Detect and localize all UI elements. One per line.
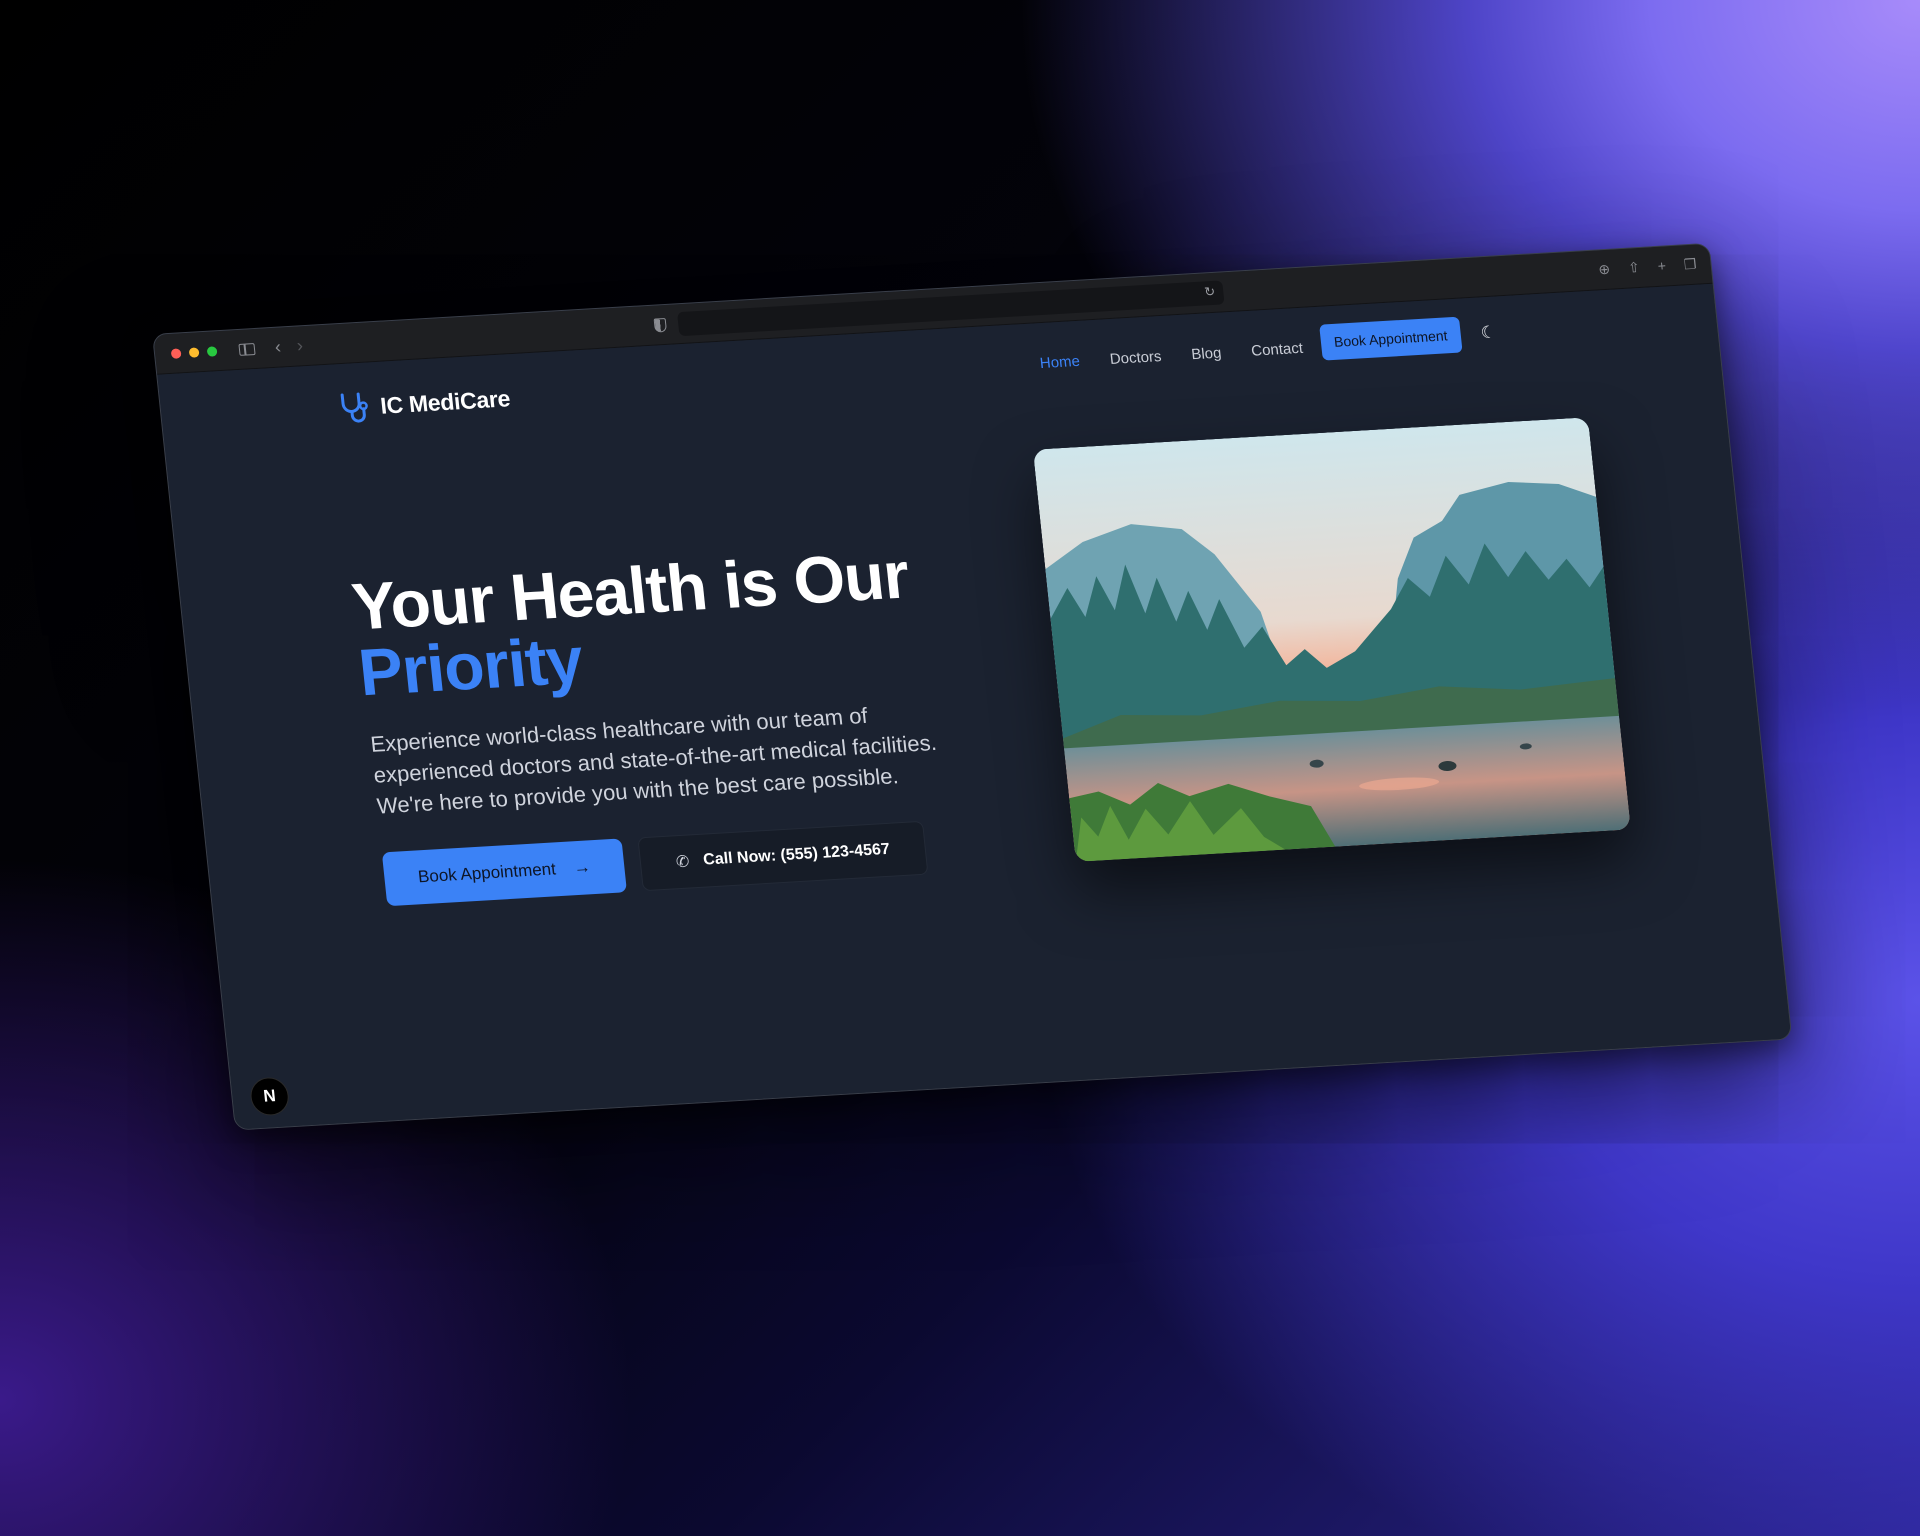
download-icon[interactable]: ⊕ <box>1598 261 1611 279</box>
arrow-right-icon: → <box>572 857 592 878</box>
toolbar-actions: ⊕ ⇧ + ❐ <box>1598 256 1698 279</box>
phone-icon: ✆ <box>675 853 691 872</box>
history-navigation: ‹ › <box>274 335 304 358</box>
brand-logo[interactable]: IC MediCare <box>337 382 512 424</box>
main-menu: Home Doctors Blog Contact <box>1039 340 1304 372</box>
forward-icon[interactable]: › <box>296 335 304 356</box>
stethoscope-icon <box>340 392 368 423</box>
page-content: IC MediCare Home Doctors Blog Contact Bo… <box>157 283 1792 1131</box>
hero-image <box>1032 417 1631 862</box>
nextjs-badge-label: N <box>262 1086 277 1106</box>
hero-title: Your Health is Our Priority <box>348 537 918 709</box>
nextjs-badge[interactable]: N <box>248 1076 291 1117</box>
share-icon[interactable]: ⇧ <box>1627 259 1640 277</box>
window-controls <box>170 345 218 359</box>
call-now-button[interactable]: ✆ Call Now: (555) 123-4567 <box>637 820 929 892</box>
brand-name: IC MediCare <box>379 384 512 419</box>
close-window-button[interactable] <box>170 347 182 359</box>
nav-link-blog[interactable]: Blog <box>1191 345 1223 364</box>
book-appointment-label: Book Appointment <box>417 859 557 887</box>
hero-description: Experience world-class healthcare with o… <box>369 702 938 820</box>
sidebar-icon[interactable] <box>238 342 256 356</box>
minimize-window-button[interactable] <box>188 346 200 358</box>
maximize-window-button[interactable] <box>206 345 218 357</box>
header-book-appointment-button[interactable]: Book Appointment <box>1319 316 1463 361</box>
shield-icon[interactable] <box>653 317 668 333</box>
back-icon[interactable]: ‹ <box>274 337 282 358</box>
reload-icon[interactable]: ↻ <box>1204 284 1217 301</box>
call-now-label: Call Now: (555) 123-4567 <box>702 840 891 869</box>
nav-link-doctors[interactable]: Doctors <box>1109 348 1162 368</box>
moon-icon[interactable]: ☾ <box>1480 323 1497 344</box>
browser-window: ‹ › ↻ ⊕ ⇧ + ❐ IC MediCare Home Doctors B… <box>152 242 1793 1131</box>
nav-link-contact[interactable]: Contact <box>1250 340 1303 360</box>
new-tab-icon[interactable]: + <box>1657 257 1667 274</box>
tabs-icon[interactable]: ❐ <box>1683 256 1697 274</box>
nav-link-home[interactable]: Home <box>1039 353 1081 372</box>
book-appointment-button[interactable]: Book Appointment → <box>381 838 627 907</box>
